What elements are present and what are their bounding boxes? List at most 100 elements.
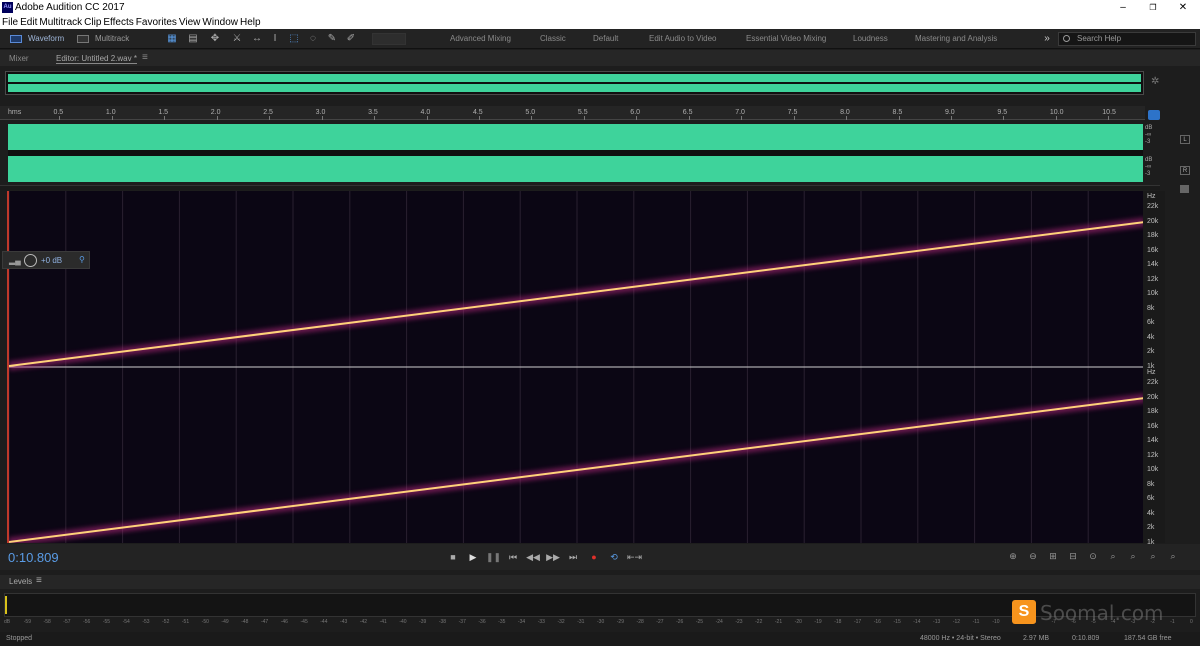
play-icon[interactable]: ▶: [466, 552, 480, 563]
time-ruler[interactable]: hms 0.5 1.0 1.5 2.0 2.5 3.0 3.5 4.0 4.5 5.0 5.5 6.0…: [0, 106, 1145, 120]
menu-effects[interactable]: Effects: [103, 16, 133, 29]
watermark-text: Soomal.com: [1040, 601, 1164, 625]
ruler-tick-label: 2.0: [210, 109, 221, 116]
loop-icon[interactable]: ⟲: [607, 552, 621, 563]
zoom-selection-icon[interactable]: ⌕: [1106, 551, 1120, 563]
ruler-tick-mark: [321, 116, 323, 120]
lasso-tool-icon[interactable]: ◌: [306, 32, 320, 45]
ruler-tick-mark: [531, 116, 533, 120]
spot-healing-icon[interactable]: ✐: [344, 32, 358, 45]
status-duration: 0:10.809: [1072, 635, 1100, 642]
hz-tick-label: 4k: [1147, 509, 1155, 517]
ruler-tick-mark: [269, 116, 271, 120]
zoom-right-edge-icon[interactable]: ⌕: [1146, 551, 1160, 563]
tab-editor[interactable]: Editor: Untitled 2.wav *: [56, 54, 137, 64]
workspace-default[interactable]: Default: [593, 34, 618, 43]
razor-tool-icon[interactable]: ⚔: [230, 32, 244, 45]
stop-icon[interactable]: ■: [446, 552, 460, 563]
workspace-advanced-mixing[interactable]: Advanced Mixing: [450, 34, 511, 43]
brush-tool-icon[interactable]: ✎: [325, 32, 339, 45]
minimize-icon[interactable]: –: [1108, 0, 1138, 16]
zoom-in-time-icon[interactable]: ⊞: [1046, 551, 1060, 563]
overview-waveform[interactable]: [5, 71, 1144, 95]
menu-view[interactable]: View: [179, 16, 201, 29]
workspace-edit-audio-to-video[interactable]: Edit Audio to Video: [649, 34, 716, 43]
gain-value: +0 dB: [41, 256, 63, 265]
zoom-navigator-icon[interactable]: ✲: [1151, 76, 1159, 87]
spectral-frequency-display[interactable]: [7, 191, 1145, 543]
workspace-overflow-icon[interactable]: »: [1040, 32, 1054, 45]
hz-tick-label: 8k: [1147, 480, 1155, 488]
waveform-left-channel[interactable]: [8, 124, 1143, 150]
status-bar: Stopped 48000 Hz • 24-bit • Stereo 2.97 …: [0, 632, 1200, 646]
ruler-tick-label: 8.0: [840, 109, 850, 116]
meter-scale-label: -43: [340, 619, 348, 625]
rewind-icon[interactable]: ◀◀: [526, 552, 540, 563]
zoom-in-amplitude-icon[interactable]: ⊕: [1006, 551, 1020, 563]
menu-window[interactable]: Window: [202, 16, 238, 29]
menu-favorites[interactable]: Favorites: [136, 16, 177, 29]
ruler-tick-mark: [741, 116, 743, 120]
zoom-out-amplitude-icon[interactable]: ⊖: [1026, 551, 1040, 563]
meter-scale-label: -50: [201, 619, 209, 625]
menu-help[interactable]: Help: [240, 16, 261, 29]
ruler-tick-label: 7.0: [735, 109, 745, 116]
workspace-mastering-and-analysis[interactable]: Mastering and Analysis: [915, 34, 997, 43]
meter-scale-label: -16: [873, 619, 881, 625]
meter-scale-label: -24: [715, 619, 723, 625]
maximize-icon[interactable]: ❐: [1138, 0, 1168, 16]
tool-options-field[interactable]: [372, 33, 406, 45]
waveform-right-channel[interactable]: [8, 156, 1143, 182]
close-icon[interactable]: ✕: [1168, 0, 1198, 16]
marquee-tool-icon[interactable]: ⬚: [287, 32, 301, 45]
ruler-tick-mark: [216, 116, 218, 120]
pause-icon[interactable]: ❚❚: [486, 552, 501, 563]
zoom-left-edge-icon[interactable]: ⌕: [1126, 551, 1140, 563]
playhead-marker-icon[interactable]: [1148, 110, 1160, 120]
ruler-tick-label: 1.5: [158, 109, 169, 116]
meter-peak-bar: [5, 596, 7, 614]
skip-icon[interactable]: ⇤⇥: [627, 552, 642, 563]
view-splitter-handle[interactable]: [0, 185, 1160, 190]
gain-hud[interactable]: ▂▄ +0 dB ⚲: [2, 251, 90, 269]
slip-tool-icon[interactable]: ↔: [250, 32, 264, 45]
watermark-logo: S: [1012, 600, 1036, 624]
menu-clip[interactable]: Clip: [84, 16, 101, 29]
waveform-view-button[interactable]: Waveform: [8, 32, 70, 46]
zoom-out-time-icon[interactable]: ⊟: [1066, 551, 1080, 563]
menu-file[interactable]: File: [2, 16, 18, 29]
meter-scale-label: -36: [478, 619, 486, 625]
gain-knob[interactable]: [24, 254, 37, 267]
tab-mixer[interactable]: Mixer: [9, 54, 29, 63]
meter-scale-label: -37: [458, 619, 466, 625]
scrollbar-top[interactable]: [1180, 185, 1189, 193]
pin-icon[interactable]: ⚲: [79, 255, 85, 264]
record-icon[interactable]: ●: [587, 552, 601, 563]
menu-edit[interactable]: Edit: [20, 16, 37, 29]
ruler-tick-mark: [1055, 116, 1057, 120]
next-icon[interactable]: ⏭: [566, 552, 580, 563]
move-tool-icon[interactable]: ✥: [208, 32, 222, 45]
meter-scale-label: -49: [221, 619, 229, 625]
hz-tick-label: 6k: [1147, 495, 1155, 502]
time-selection-tool-icon[interactable]: I: [268, 32, 282, 45]
previous-icon[interactable]: ⏮: [506, 552, 520, 563]
workspace-classic[interactable]: Classic: [540, 34, 566, 43]
multitrack-view-button[interactable]: Multitrack: [75, 32, 137, 46]
ruler-tick-mark: [793, 116, 795, 120]
levels-menu-icon[interactable]: ≡: [36, 575, 42, 586]
hz-tick-label: 2k: [1147, 524, 1155, 531]
zoom-out-full-icon[interactable]: ⊙: [1086, 551, 1100, 563]
search-help-input[interactable]: Search Help: [1058, 32, 1196, 46]
panel-menu-icon[interactable]: ≡: [142, 52, 148, 63]
pitch-display-icon[interactable]: ▤: [186, 32, 200, 45]
right-channel-toggle[interactable]: R: [1180, 166, 1190, 175]
fast-forward-icon[interactable]: ▶▶: [546, 552, 560, 563]
workspace-essential-video-mixing[interactable]: Essential Video Mixing: [746, 34, 826, 43]
spectral-display-icon[interactable]: ▦: [165, 32, 179, 45]
menu-multitrack[interactable]: Multitrack: [39, 16, 82, 29]
workspace-loudness[interactable]: Loudness: [853, 34, 888, 43]
left-channel-toggle[interactable]: L: [1180, 135, 1190, 144]
zoom-full-icon[interactable]: ⌕: [1166, 551, 1180, 563]
timecode-display[interactable]: 0:10.809: [8, 550, 59, 565]
